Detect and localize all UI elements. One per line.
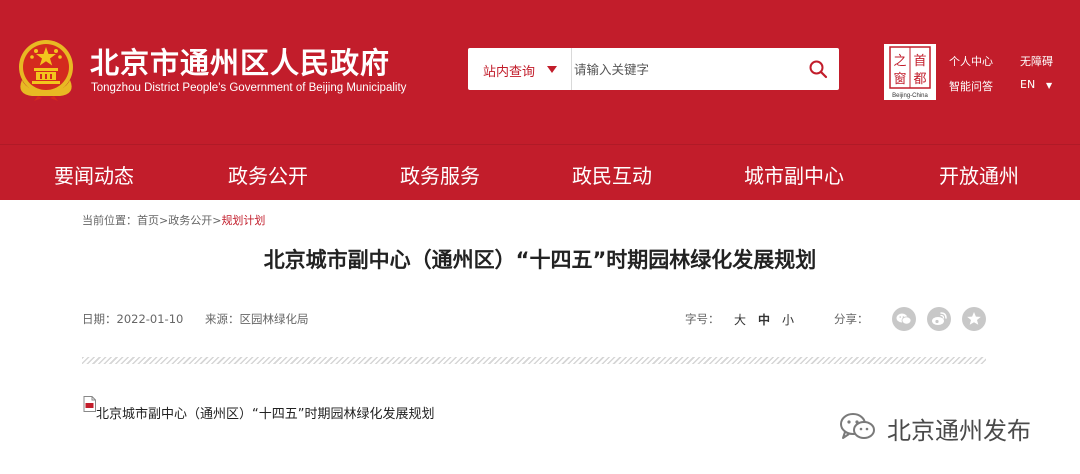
- seal-caption: Beijing-China: [892, 93, 928, 99]
- site-title: 北京市通州区人民政府: [90, 46, 391, 80]
- share-favorite-button[interactable]: [962, 307, 986, 331]
- smart-qa-link[interactable]: 智能问答: [949, 78, 993, 94]
- seal-char: 都: [913, 72, 926, 87]
- nav-item-sub-center[interactable]: 城市副中心: [744, 160, 844, 189]
- breadcrumb: 当前位置：首页>政务公开>规划计划: [82, 212, 265, 228]
- wechat-icon: [896, 313, 912, 325]
- site-header: 北京市通州区人民政府 Tongzhou District People's Go…: [0, 0, 1080, 144]
- breadcrumb-home[interactable]: 首页: [137, 214, 159, 227]
- font-size-medium[interactable]: 中: [758, 311, 770, 328]
- breadcrumb-prefix: 当前位置：: [82, 214, 137, 227]
- beijing-seal-logo[interactable]: 之 首 窗 都 Beijing-China: [884, 44, 936, 100]
- seal-char: 之: [893, 54, 906, 69]
- nav-item-interaction[interactable]: 政民互动: [572, 160, 652, 189]
- attachment-link[interactable]: 北京城市副中心（通州区）“十四五”时期园林绿化发展规划: [96, 403, 434, 422]
- breadcrumb-separator: >: [159, 214, 169, 227]
- watermark-text: 北京通州发布: [887, 417, 1031, 445]
- weibo-icon: [932, 312, 947, 325]
- nav-item-news[interactable]: 要闻动态: [54, 160, 134, 189]
- share-weibo-button[interactable]: [927, 307, 951, 331]
- article-title: 北京城市副中心（通州区）“十四五”时期园林绿化发展规划: [263, 248, 817, 272]
- seal-char: 首: [913, 54, 926, 69]
- breadcrumb-gov-affairs[interactable]: 政务公开: [168, 214, 212, 227]
- font-size-large[interactable]: 大: [734, 311, 746, 328]
- seal-char: 窗: [893, 71, 906, 87]
- language-switch[interactable]: EN: [1020, 78, 1035, 91]
- nav-item-open-tongzhou[interactable]: 开放通州: [939, 160, 1019, 189]
- article-source: 来源：区园林绿化局: [205, 312, 309, 326]
- national-emblem-icon[interactable]: [12, 36, 80, 102]
- pdf-file-icon[interactable]: [83, 396, 96, 412]
- accessibility-link[interactable]: 无障碍: [1020, 53, 1053, 69]
- article-date: 日期：2022-01-10: [82, 312, 184, 326]
- caret-down-icon: [547, 66, 557, 73]
- search-scope-dropdown[interactable]: 站内查询: [468, 48, 572, 90]
- search-box: 站内查询: [468, 48, 839, 90]
- personal-center-link[interactable]: 个人中心: [949, 53, 993, 69]
- wechat-icon: [840, 413, 875, 439]
- favorite-icon: [967, 312, 981, 325]
- nav-item-gov-services[interactable]: 政务服务: [400, 160, 480, 189]
- chevron-down-icon: ▼: [1046, 81, 1053, 90]
- search-input[interactable]: [574, 54, 794, 84]
- share-wechat-button[interactable]: [892, 307, 916, 331]
- site-subtitle: Tongzhou District People's Government of…: [91, 82, 407, 94]
- content-divider: [82, 357, 986, 364]
- breadcrumb-current[interactable]: 规划计划: [221, 214, 265, 227]
- font-size-label: 字号：: [685, 312, 720, 326]
- main-nav: 要闻动态 政务公开 政务服务 政民互动 城市副中心 开放通州: [0, 144, 1080, 200]
- search-icon[interactable]: [807, 58, 829, 80]
- share-label: 分享：: [834, 312, 869, 326]
- nav-item-gov-affairs[interactable]: 政务公开: [228, 160, 308, 189]
- search-scope-label: 站内查询: [483, 65, 536, 80]
- font-size-small[interactable]: 小: [782, 311, 794, 328]
